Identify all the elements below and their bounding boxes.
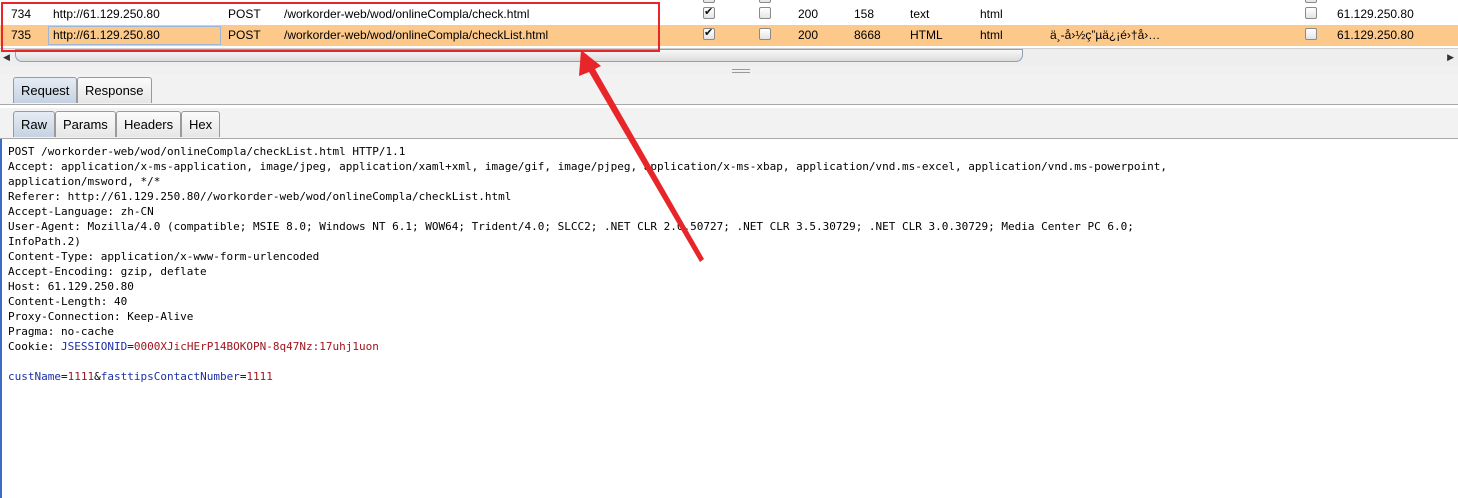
row-method: POST — [228, 28, 261, 42]
view-tabs: Raw Params Headers Hex — [0, 108, 1458, 139]
scrollbar-thumb[interactable] — [15, 49, 1023, 62]
header-line: Content-Type: application/x-www-form-url… — [8, 250, 320, 263]
row-extension: html — [980, 7, 1003, 21]
previous-row-checkbox[interactable] — [759, 0, 771, 3]
row-length: 8668 — [854, 28, 881, 42]
row-method: POST — [228, 7, 261, 21]
table-row-selected[interactable]: 735 http://61.129.250.80 POST /workorder… — [0, 25, 1458, 46]
scroll-right-arrow-icon[interactable]: ▶ — [1447, 52, 1454, 63]
row-status: 200 — [798, 7, 819, 21]
splitter-grip-icon[interactable] — [732, 69, 750, 73]
row-url: /workorder-web/wod/onlineCompla/checkLis… — [284, 28, 549, 42]
body-equals: = — [60, 370, 68, 383]
header-line: Content-Length: 40 — [8, 295, 128, 308]
header-line: Accept-Encoding: gzip, deflate — [8, 265, 207, 278]
edited-checkbox[interactable] — [759, 7, 771, 19]
edited-checkbox[interactable] — [759, 28, 771, 40]
body-param-name: custName — [8, 370, 61, 383]
previous-row-checkbox[interactable] — [703, 0, 715, 3]
cookie-value: 0000XJicHErP14BOKOPN-8q47Nz:17uhj1uon — [133, 340, 379, 353]
row-url: /workorder-web/wod/onlineCompla/check.ht… — [284, 7, 530, 21]
row-number: 734 — [11, 7, 32, 21]
row-mime-type: text — [910, 7, 930, 21]
tab-raw[interactable]: Raw — [13, 111, 56, 137]
header-line: User-Agent: Mozilla/4.0 (compatible; MSI… — [8, 220, 1134, 233]
table-row[interactable]: 734 http://61.129.250.80 POST /workorder… — [0, 4, 1458, 25]
header-line: Proxy-Connection: Keep-Alive — [8, 310, 194, 323]
cookie-equals: = — [127, 340, 134, 353]
ssl-checkbox[interactable] — [1305, 28, 1317, 40]
raw-request-editor[interactable]: POST /workorder-web/wod/onlineCompla/che… — [0, 139, 1458, 498]
row-host: http://61.129.250.80 — [53, 7, 160, 21]
request-line: POST /workorder-web/wod/onlineCompla/che… — [8, 145, 406, 158]
scroll-left-arrow-icon[interactable]: ◀ — [3, 52, 10, 63]
header-line: InfoPath.2) — [8, 235, 81, 248]
row-ip: 61.129.250.80 — [1337, 7, 1414, 21]
tab-hex[interactable]: Hex — [181, 111, 221, 137]
proxy-history-table: 734 http://61.129.250.80 POST /workorder… — [0, 0, 1458, 48]
tab-response[interactable]: Response — [77, 77, 152, 103]
tab-headers[interactable]: Headers — [116, 111, 182, 137]
cookie-label: Cookie: — [8, 340, 61, 353]
tab-params[interactable]: Params — [55, 111, 116, 137]
row-mime-type: HTML — [910, 28, 943, 42]
body-ampersand: & — [94, 370, 101, 383]
request-text: POST /workorder-web/wod/onlineCompla/che… — [8, 144, 1167, 384]
previous-row-checkbox[interactable] — [1305, 0, 1317, 3]
pane-splitter[interactable] — [0, 66, 1458, 74]
row-length: 158 — [854, 7, 875, 21]
ssl-checkbox[interactable] — [1305, 7, 1317, 19]
header-line: Host: 61.129.250.80 — [8, 280, 134, 293]
body-param-name: fasttipsContactNumber — [100, 370, 240, 383]
row-title: ä¸-å›½ç”µä¿¡é›†å›… — [1050, 28, 1161, 42]
row-host: http://61.129.250.80 — [53, 28, 160, 42]
row-ip: 61.129.250.80 — [1337, 28, 1414, 42]
params-checkbox[interactable] — [703, 5, 715, 19]
body-param-value: 1111 — [67, 370, 95, 383]
tab-request[interactable]: Request — [13, 77, 78, 103]
header-line: Pragma: no-cache — [8, 325, 114, 338]
row-extension: html — [980, 28, 1003, 42]
header-line: Accept: application/x-ms-application, im… — [8, 160, 1167, 173]
row-status: 200 — [798, 28, 819, 42]
horizontal-scrollbar[interactable]: ◀ ▶ — [0, 48, 1458, 66]
row-number: 735 — [11, 28, 32, 42]
header-line: application/msword, */* — [8, 175, 161, 188]
params-checkbox[interactable] — [703, 26, 715, 40]
header-line: Referer: http://61.129.250.80//workorder… — [8, 190, 512, 203]
header-line: Accept-Language: zh-CN — [8, 205, 154, 218]
cookie-name: JSESSIONID — [60, 340, 128, 353]
message-tabs: Request Response — [0, 74, 1458, 105]
body-param-value: 1111 — [246, 370, 273, 383]
